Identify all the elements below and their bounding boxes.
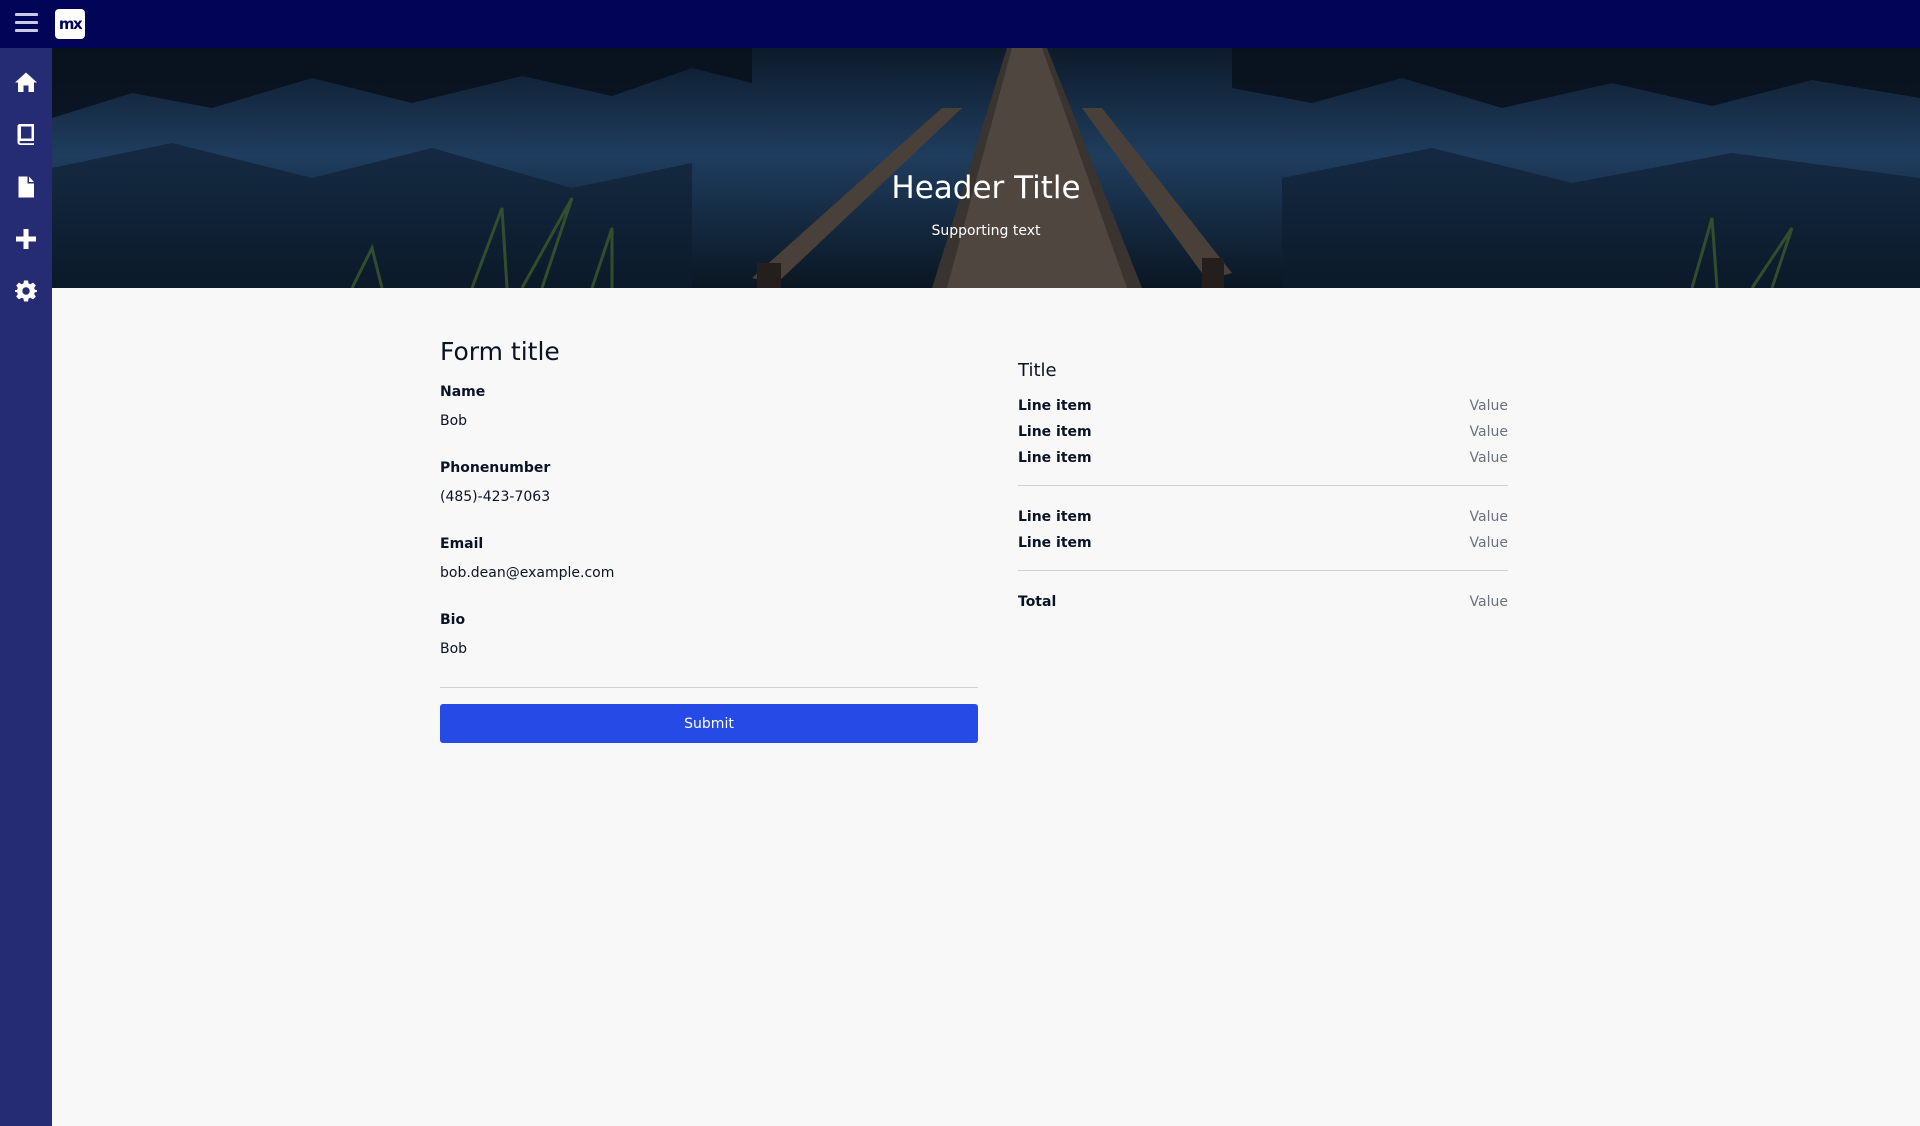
summary-line-item: Line item Value — [1018, 396, 1508, 416]
line-item-label: Line item — [1018, 509, 1092, 525]
line-item-label: Line item — [1018, 535, 1092, 551]
line-item-label: Line item — [1018, 450, 1092, 466]
top-bar: mx — [0, 0, 1920, 48]
sidebar-item-file[interactable] — [0, 161, 52, 213]
file-icon — [18, 176, 34, 198]
line-item-value: Value — [1469, 509, 1508, 525]
book-icon — [17, 124, 34, 145]
summary-title: Title — [1018, 360, 1057, 381]
summary-total: Total Value — [1018, 592, 1508, 612]
hero-header: Header Title Supporting text — [52, 48, 1920, 288]
line-item-label: Line item — [1018, 424, 1092, 440]
form-title: Form title — [440, 337, 560, 366]
name-value[interactable]: Bob — [440, 413, 978, 429]
email-label: Email — [440, 536, 484, 552]
hero-background-image — [52, 48, 1920, 288]
bio-label: Bio — [440, 612, 466, 628]
total-label: Total — [1018, 594, 1057, 610]
submit-button[interactable]: Submit — [440, 704, 978, 743]
name-label: Name — [440, 384, 486, 400]
total-value: Value — [1469, 594, 1508, 610]
sidebar — [0, 48, 52, 1126]
name-field: Name Bob — [440, 384, 978, 429]
line-item-label: Line item — [1018, 398, 1092, 414]
home-icon — [15, 72, 37, 92]
line-item-value: Value — [1469, 424, 1508, 440]
hero-title: Header Title — [891, 170, 1081, 206]
summary-divider — [1018, 485, 1508, 486]
sidebar-item-settings[interactable] — [0, 265, 52, 317]
app-logo[interactable]: mx — [55, 9, 85, 39]
hamburger-menu-icon[interactable] — [15, 13, 38, 33]
line-item-value: Value — [1469, 535, 1508, 551]
phonenumber-value[interactable]: (485)-423-7063 — [440, 489, 978, 505]
summary-line-item: Line item Value — [1018, 507, 1508, 527]
phonenumber-label: Phonenumber — [440, 460, 551, 476]
line-item-value: Value — [1469, 398, 1508, 414]
email-field: Email bob.dean@example.com — [440, 536, 978, 581]
bio-value[interactable]: Bob — [440, 641, 978, 657]
sidebar-item-book[interactable] — [0, 108, 52, 160]
summary-line-item: Line item Value — [1018, 422, 1508, 442]
hero-subtitle: Supporting text — [931, 223, 1041, 239]
summary-line-item: Line item Value — [1018, 533, 1508, 553]
bio-field: Bio Bob — [440, 612, 978, 657]
form-divider — [440, 687, 978, 688]
summary-divider — [1018, 570, 1508, 571]
plus-icon — [16, 229, 36, 249]
email-value[interactable]: bob.dean@example.com — [440, 565, 978, 581]
user-form: Form title Name Bob Phonenumber (485)-42… — [440, 337, 978, 743]
sidebar-item-home[interactable] — [0, 56, 52, 108]
gear-icon — [15, 280, 37, 302]
line-item-value: Value — [1469, 450, 1508, 466]
summary-card: Title Line item Value Line item Value Li… — [1018, 360, 1508, 610]
sidebar-item-add[interactable] — [0, 213, 52, 265]
phonenumber-field: Phonenumber (485)-423-7063 — [440, 460, 978, 505]
summary-line-item: Line item Value — [1018, 448, 1508, 468]
